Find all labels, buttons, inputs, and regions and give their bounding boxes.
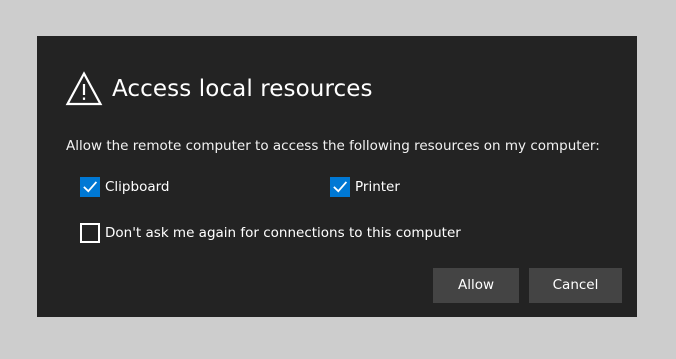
dialog-header: Access local resources [65, 67, 373, 111]
clipboard-checkbox-box[interactable] [80, 177, 100, 197]
printer-label: Printer [355, 179, 400, 195]
access-local-resources-dialog: Access local resources Allow the remote … [37, 36, 637, 317]
dialog-description: Allow the remote computer to access the … [66, 138, 600, 154]
warning-icon [65, 71, 103, 106]
clipboard-label: Clipboard [105, 179, 170, 195]
dont-ask-again-checkbox-box[interactable] [80, 223, 100, 243]
printer-checkbox[interactable]: Printer [330, 177, 400, 197]
printer-checkbox-box[interactable] [330, 177, 350, 197]
dont-ask-again-label: Don't ask me again for connections to th… [105, 225, 461, 241]
clipboard-checkbox[interactable]: Clipboard [80, 177, 169, 197]
checkmark-icon [83, 181, 98, 193]
dont-ask-again-checkbox[interactable]: Don't ask me again for connections to th… [80, 223, 461, 243]
checkmark-icon [333, 181, 348, 193]
dialog-title: Access local resources [112, 76, 373, 102]
allow-button[interactable]: Allow [433, 268, 519, 303]
cancel-button[interactable]: Cancel [529, 268, 622, 303]
